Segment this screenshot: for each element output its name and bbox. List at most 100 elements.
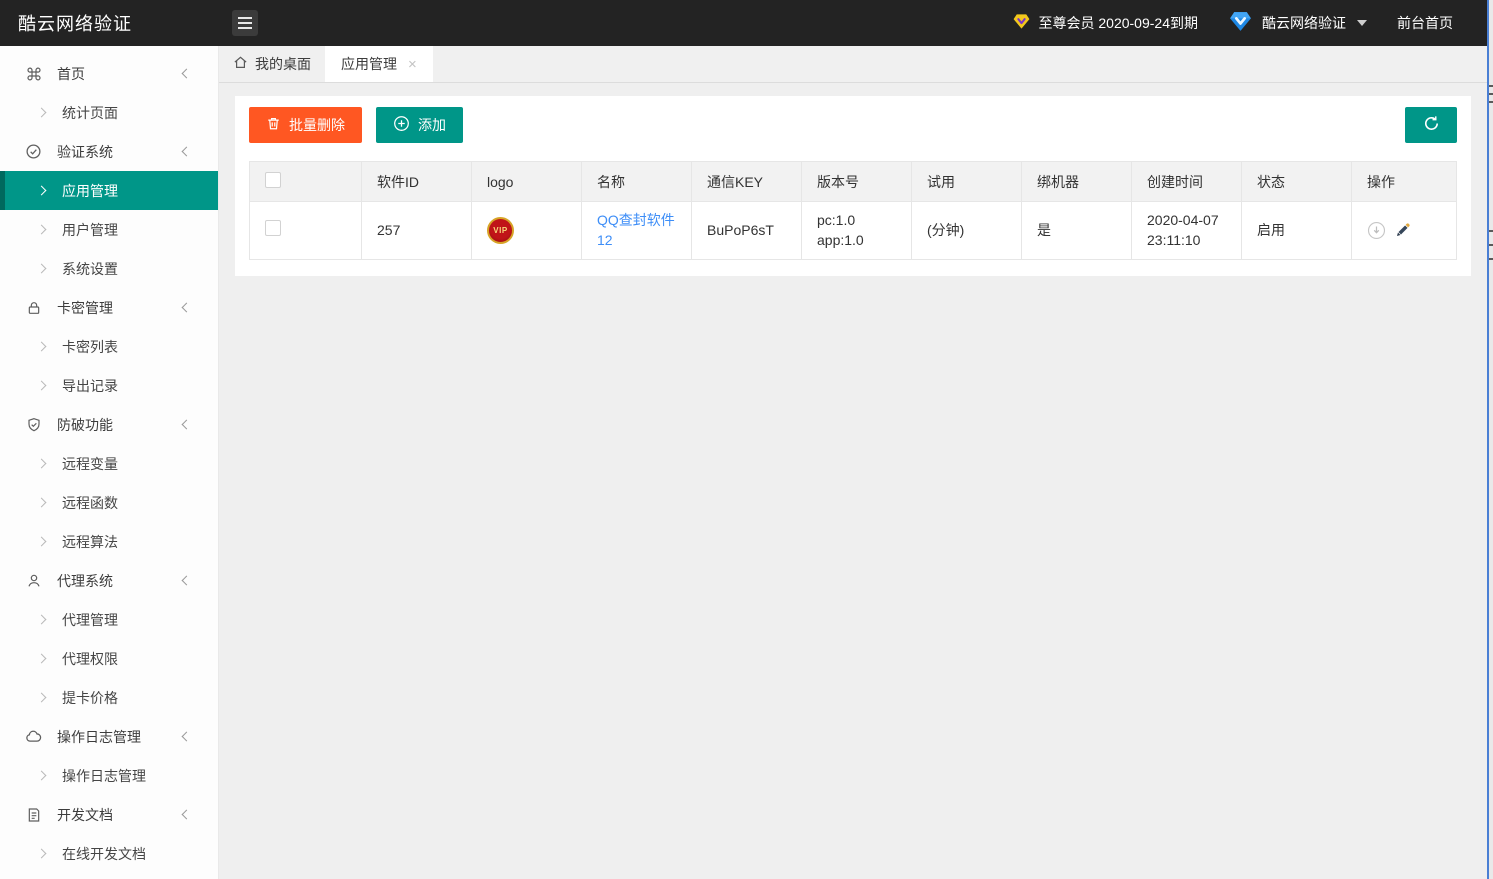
sidebar-group-verify-system[interactable]: 验证系统 (0, 132, 218, 171)
sidebar-item-export-records[interactable]: 导出记录 (0, 366, 218, 405)
sidebar: 首页 统计页面 验证系统 应用管理 用户管理 系统设置 卡密管理 卡密列表 导 (0, 46, 219, 879)
sidebar-item-stats-page[interactable]: 统计页面 (0, 93, 218, 132)
sidebar-item-agent-permissions[interactable]: 代理权限 (0, 639, 218, 678)
sidebar-group-agent-system[interactable]: 代理系统 (0, 561, 218, 600)
lock-icon (25, 299, 42, 316)
app-management-card: 批量删除 添加 软件 (235, 96, 1471, 276)
column-header-bind-machine: 绑机器 (1022, 162, 1132, 202)
created-time: 23:11:10 (1147, 230, 1226, 250)
brand-title: 酷云网络验证 (0, 10, 219, 36)
document-icon (25, 806, 42, 823)
chevron-right-icon (37, 381, 47, 391)
version-pc: pc:1.0 (817, 210, 896, 230)
chevron-left-icon (182, 303, 192, 313)
vip-expiry-label: 至尊会员 2020-09-24到期 (1038, 13, 1198, 33)
row-checkbox[interactable] (265, 220, 281, 236)
batch-delete-button[interactable]: 批量删除 (249, 107, 362, 143)
user-icon (25, 572, 42, 589)
sidebar-group-home[interactable]: 首页 (0, 54, 218, 93)
sidebar-group-label: 防破功能 (57, 415, 113, 435)
chevron-right-icon (37, 342, 47, 352)
tabbar: 我的桌面 应用管理 × (219, 46, 1487, 83)
column-header-comm-key: 通信KEY (692, 162, 802, 202)
cell-trial: (分钟) (912, 202, 1022, 260)
tab-my-desktop[interactable]: 我的桌面 (219, 46, 325, 82)
menu-toggle-button[interactable] (232, 10, 258, 36)
plus-circle-icon (393, 115, 410, 135)
main-content: 批量删除 添加 软件 (219, 83, 1487, 879)
select-all-checkbox[interactable] (265, 172, 281, 188)
column-header-name: 名称 (582, 162, 692, 202)
tab-label: 我的桌面 (255, 54, 311, 74)
chevron-right-icon (37, 615, 47, 625)
sidebar-group-label: 卡密管理 (57, 298, 113, 318)
sidebar-item-remote-variables[interactable]: 远程变量 (0, 444, 218, 483)
sidebar-item-agent-management[interactable]: 代理管理 (0, 600, 218, 639)
chevron-left-icon (182, 810, 192, 820)
sidebar-item-user-management[interactable]: 用户管理 (0, 210, 218, 249)
sidebar-item-remote-functions[interactable]: 远程函数 (0, 483, 218, 522)
topbar-right: 至尊会员 2020-09-24到期 酷云网络验证 前台首页 (1012, 9, 1493, 37)
cell-version: pc:1.0 app:1.0 (802, 202, 912, 260)
chevron-right-icon (37, 498, 47, 508)
chevron-right-icon (37, 108, 47, 118)
chevron-right-icon (37, 849, 47, 859)
account-menu[interactable]: 酷云网络验证 (1228, 9, 1367, 37)
sidebar-item-app-management[interactable]: 应用管理 (0, 171, 218, 210)
created-date: 2020-04-07 (1147, 210, 1226, 230)
refresh-icon (1422, 114, 1441, 136)
sidebar-item-system-settings[interactable]: 系统设置 (0, 249, 218, 288)
column-header-actions: 操作 (1352, 162, 1457, 202)
chevron-down-icon (1357, 20, 1367, 26)
avatar-gem-icon (1228, 9, 1253, 37)
tab-app-management[interactable]: 应用管理 × (325, 46, 433, 82)
table-header-row: 软件ID logo 名称 通信KEY 版本号 试用 绑机器 创建时间 状态 操作 (250, 162, 1457, 202)
scrollbar-track-line (1487, 0, 1489, 879)
shield-check-icon (25, 416, 42, 433)
vip-gem-icon (1012, 12, 1031, 34)
refresh-button[interactable] (1405, 107, 1457, 143)
sidebar-group-anti-crack[interactable]: 防破功能 (0, 405, 218, 444)
sidebar-item-operation-logs[interactable]: 操作日志管理 (0, 756, 218, 795)
download-circle-icon[interactable] (1367, 221, 1386, 240)
home-icon (233, 55, 248, 73)
chevron-left-icon (182, 732, 192, 742)
app-name-link[interactable]: QQ查封软件12 (597, 212, 675, 248)
sidebar-group-label: 操作日志管理 (57, 727, 141, 747)
chevron-right-icon (37, 264, 47, 274)
sidebar-group-label: 开发文档 (57, 805, 113, 825)
column-header-trial: 试用 (912, 162, 1022, 202)
chevron-right-icon (37, 693, 47, 703)
cell-actions (1352, 202, 1457, 260)
sidebar-group-label: 首页 (57, 64, 85, 84)
chevron-right-icon (37, 186, 47, 196)
account-name-label: 酷云网络验证 (1262, 13, 1346, 33)
sidebar-item-card-prices[interactable]: 提卡价格 (0, 678, 218, 717)
topbar: 酷云网络验证 至尊会员 2020-09-24到期 酷云网络验证 前台首页 (0, 0, 1493, 46)
column-header-software-id: 软件ID (362, 162, 472, 202)
sidebar-group-dev-docs[interactable]: 开发文档 (0, 795, 218, 834)
cell-comm-key: BuPoP6sT (692, 202, 802, 260)
chevron-left-icon (182, 69, 192, 79)
chevron-right-icon (37, 459, 47, 469)
vip-status[interactable]: 至尊会员 2020-09-24到期 (1012, 12, 1198, 34)
cell-created-at: 2020-04-07 23:11:10 (1132, 202, 1242, 260)
cell-bind-machine: 是 (1022, 202, 1132, 260)
front-home-link[interactable]: 前台首页 (1397, 13, 1453, 33)
sidebar-group-label: 验证系统 (57, 142, 113, 162)
chevron-right-icon (37, 654, 47, 664)
column-header-version: 版本号 (802, 162, 912, 202)
column-header-created-at: 创建时间 (1132, 162, 1242, 202)
sidebar-item-online-dev-docs[interactable]: 在线开发文档 (0, 834, 218, 873)
add-button[interactable]: 添加 (376, 107, 463, 143)
scrollbar[interactable] (1487, 0, 1493, 879)
edit-pencil-icon[interactable] (1395, 222, 1411, 238)
version-app: app:1.0 (817, 230, 896, 250)
sidebar-group-operation-logs[interactable]: 操作日志管理 (0, 717, 218, 756)
close-icon[interactable]: × (408, 56, 417, 73)
table-row: 257 VIP QQ查封软件12 BuPoP6sT pc:1.0 app:1.0… (250, 202, 1457, 260)
sidebar-item-card-list[interactable]: 卡密列表 (0, 327, 218, 366)
sidebar-item-remote-algorithms[interactable]: 远程算法 (0, 522, 218, 561)
sidebar-group-card-management[interactable]: 卡密管理 (0, 288, 218, 327)
chevron-right-icon (37, 537, 47, 547)
